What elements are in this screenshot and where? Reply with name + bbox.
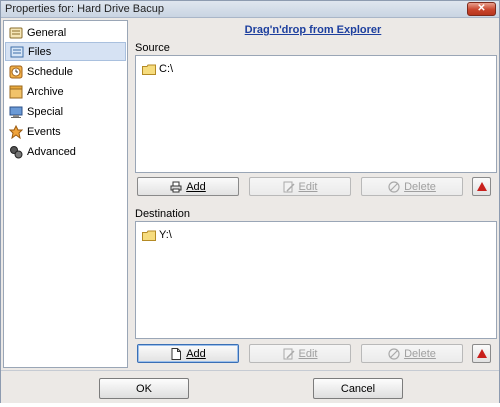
cancel-button[interactable]: Cancel [313,378,403,399]
source-move-up-button[interactable] [472,177,491,196]
sidebar: General Files Schedule Archive Special E… [3,20,128,368]
list-item[interactable]: Y:\ [142,229,172,241]
ok-button[interactable]: OK [99,378,189,399]
special-icon [9,105,23,119]
sidebar-item-label: Advanced [27,145,76,158]
destination-path: Y:\ [159,229,172,241]
delete-icon [388,347,400,360]
up-arrow-icon [476,349,487,358]
sidebar-item-label: Events [27,125,61,138]
sidebar-item-label: Schedule [27,65,73,78]
properties-window: Properties for: Hard Drive Bacup ✕ Gener… [0,0,500,403]
document-icon [170,347,182,360]
title-bar: Properties for: Hard Drive Bacup ✕ [1,1,499,18]
folder-icon [142,230,156,241]
sidebar-item-schedule[interactable]: Schedule [5,62,126,81]
advanced-icon [9,145,23,159]
destination-add-button[interactable]: Add [137,344,239,363]
source-path: C:\ [159,63,174,75]
window-title: Properties for: Hard Drive Bacup [5,3,164,15]
source-edit-button[interactable]: Edit [249,177,351,196]
sidebar-item-label: Archive [27,85,64,98]
destination-label: Destination [135,208,191,220]
dialog-footer: OK Cancel [1,370,499,403]
destination-move-up-button[interactable] [472,344,491,363]
close-button[interactable]: ✕ [467,2,496,16]
sidebar-item-label: Files [28,45,52,58]
archive-icon [9,85,23,99]
general-icon [9,26,23,40]
events-icon [8,124,24,139]
folder-icon [142,64,156,75]
source-list[interactable]: C:\ [135,55,497,173]
source-delete-button[interactable]: Delete [361,177,463,196]
schedule-icon [9,65,23,79]
files-icon [10,45,24,59]
edit-icon [283,181,295,193]
files-panel: Drag'n'drop from Explorer Source C:\ Add… [131,20,499,368]
sidebar-item-general[interactable]: General [5,23,126,42]
sidebar-item-special[interactable]: Special [5,102,126,121]
source-label: Source [135,42,170,54]
sidebar-item-advanced[interactable]: Advanced [5,142,126,161]
sidebar-item-label: General [27,26,67,39]
list-item[interactable]: C:\ [142,63,173,75]
sidebar-item-events[interactable]: Events [5,122,126,141]
drag-drop-link[interactable]: Drag'n'drop from Explorer [243,24,383,36]
sidebar-item-label: Special [27,105,64,118]
printer-icon [170,181,182,193]
up-arrow-icon [476,182,487,191]
source-add-button[interactable]: Add [137,177,239,196]
destination-list[interactable]: Y:\ [135,221,497,339]
delete-icon [388,180,400,193]
close-icon: ✕ [477,3,486,14]
edit-icon [283,348,295,360]
sidebar-item-archive[interactable]: Archive [5,82,126,101]
destination-edit-button[interactable]: Edit [249,344,351,363]
sidebar-item-files[interactable]: Files [5,42,126,61]
destination-delete-button[interactable]: Delete [361,344,463,363]
